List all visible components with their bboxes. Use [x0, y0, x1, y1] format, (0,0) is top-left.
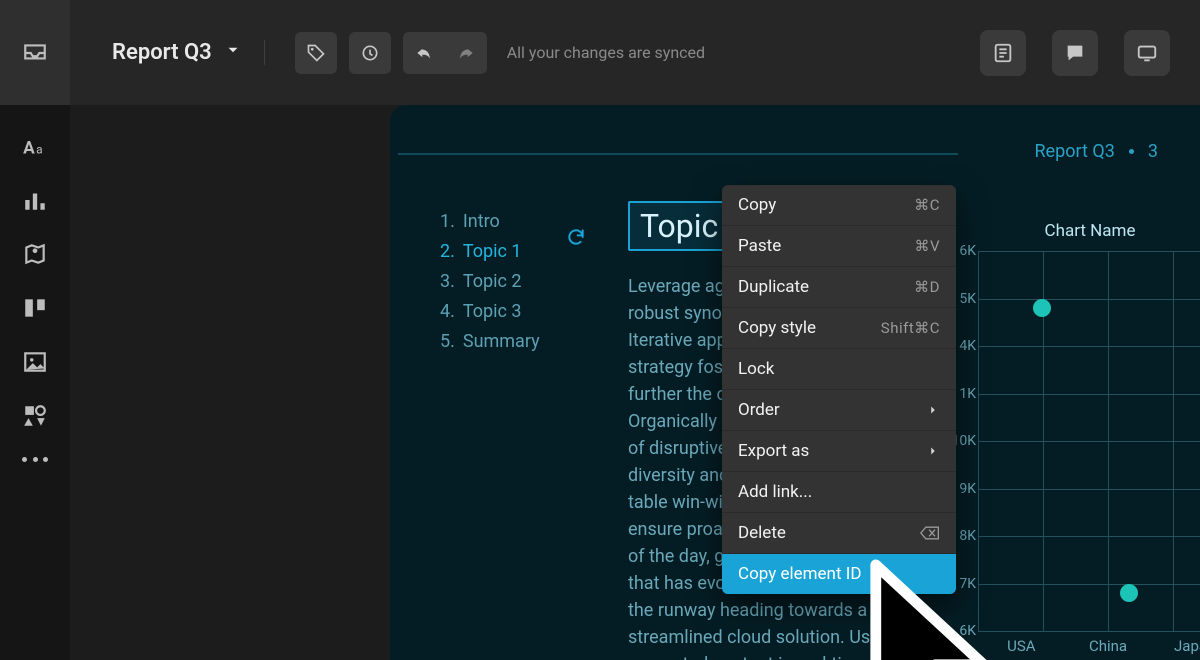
- svg-text:A: A: [23, 139, 35, 159]
- comments-button[interactable]: [1052, 30, 1098, 76]
- undo-button[interactable]: [403, 32, 445, 74]
- context-menu: Copy⌘CPaste⌘VDuplicate⌘DCopy styleShift⌘…: [722, 185, 956, 594]
- rail-image[interactable]: [0, 349, 70, 375]
- rail-chart[interactable]: [0, 187, 70, 213]
- ctx-duplicate[interactable]: Duplicate⌘D: [722, 267, 956, 308]
- history-button[interactable]: [349, 32, 391, 74]
- rail-columns[interactable]: [0, 295, 70, 321]
- cursor-pointer-icon: [865, 559, 1000, 660]
- canvas: Report Q3 3 1.Intro2.Topic 13.Topic 24.T…: [70, 105, 1200, 660]
- left-rail: Aa: [0, 0, 70, 660]
- outline: 1.Intro2.Topic 13.Topic 24.Topic 35.Summ…: [440, 201, 590, 660]
- tag-button[interactable]: [295, 32, 337, 74]
- redo-button[interactable]: [445, 32, 487, 74]
- ctx-copy-style[interactable]: Copy styleShift⌘C: [722, 308, 956, 349]
- rail-map[interactable]: [0, 241, 70, 267]
- ctx-lock[interactable]: Lock: [722, 349, 956, 390]
- chart-point: [1033, 299, 1051, 317]
- rail-shapes[interactable]: [0, 403, 70, 429]
- doc-switcher[interactable]: Report Q3: [112, 40, 265, 65]
- svg-text:a: a: [36, 143, 42, 157]
- top-bar: Report Q3 All your changes are synced: [70, 0, 1200, 105]
- rail-more[interactable]: [0, 457, 70, 462]
- meta-title: Report Q3: [1034, 141, 1114, 162]
- present-button[interactable]: [1124, 30, 1170, 76]
- reload-icon[interactable]: [566, 227, 586, 251]
- ctx-copy[interactable]: Copy⌘C: [722, 185, 956, 226]
- doc-title: Report Q3: [112, 40, 212, 65]
- page-meta: Report Q3 3: [1034, 141, 1158, 162]
- chevron-down-icon: [224, 40, 242, 65]
- ctx-add-link-[interactable]: Add link...: [722, 472, 956, 513]
- ctx-paste[interactable]: Paste⌘V: [722, 226, 956, 267]
- meta-page: 3: [1148, 141, 1158, 162]
- chart-point: [1120, 584, 1138, 602]
- ctx-delete[interactable]: Delete: [722, 513, 956, 554]
- ctx-order[interactable]: Order: [722, 390, 956, 431]
- notes-button[interactable]: [980, 30, 1026, 76]
- chart-title: Chart Name: [940, 221, 1200, 241]
- ctx-export-as[interactable]: Export as: [722, 431, 956, 472]
- outline-item[interactable]: 4.Topic 3: [440, 297, 590, 327]
- outline-item[interactable]: 3.Topic 2: [440, 267, 590, 297]
- sync-status: All your changes are synced: [507, 43, 705, 62]
- chart-grid: [978, 251, 1200, 631]
- rail-text[interactable]: Aa: [0, 133, 70, 159]
- rail-inbox[interactable]: [0, 0, 70, 105]
- chart-x-labels: USAChinaJapan: [978, 637, 1200, 655]
- outline-item[interactable]: 5.Summary: [440, 327, 590, 357]
